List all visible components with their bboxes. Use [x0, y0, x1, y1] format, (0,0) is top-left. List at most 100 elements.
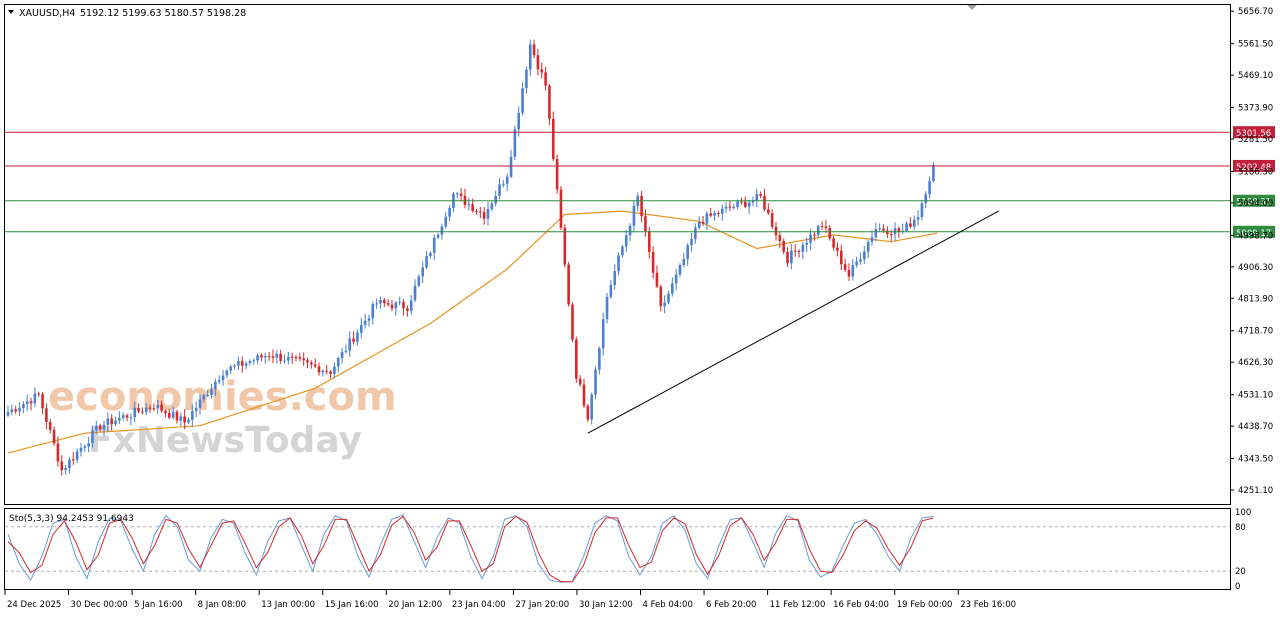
candle-body	[659, 286, 663, 307]
candle-body	[279, 353, 282, 361]
chart-window: economies.com FxNewsToday 5301.56 5202.48 5…	[0, 0, 1280, 616]
candle-body	[551, 118, 555, 159]
candle-body	[770, 213, 774, 227]
watermark-economies: economies.com	[48, 374, 397, 420]
candle-body	[455, 193, 459, 195]
candle	[555, 154, 559, 194]
candle-body	[874, 229, 878, 238]
candle-body	[920, 203, 924, 218]
candle-body	[198, 399, 202, 408]
symbol-label: XAUUSD,H4	[19, 8, 75, 19]
time-tick-label: 15 Jan 16:00	[325, 600, 379, 610]
candle-body	[563, 227, 567, 265]
candle-body	[521, 88, 524, 113]
candle-body	[356, 332, 359, 342]
candle-body	[790, 250, 793, 264]
candle-body	[371, 304, 375, 319]
time-tick-label: 24 Dec 2025	[7, 600, 61, 610]
candle-body	[793, 250, 797, 252]
oscillator-tick-label: 80	[1235, 523, 1246, 533]
candle-body	[240, 361, 244, 366]
oscillator-tick-label: 0	[1235, 582, 1240, 592]
candle-body	[383, 299, 386, 304]
candle-body	[406, 308, 409, 311]
candle-body	[728, 206, 732, 208]
oscillator-axis: 100 80 20 0	[1235, 508, 1251, 592]
oscillator-title: Sto(5,3,3) 94.2453 91.6943	[9, 514, 134, 524]
candle-body	[413, 285, 417, 301]
candle-body	[801, 244, 805, 252]
candle-body	[655, 272, 659, 287]
candle-body	[828, 228, 832, 239]
candle-body	[394, 302, 398, 309]
candle-body	[275, 353, 279, 358]
candle-body	[690, 239, 693, 246]
candle-body	[229, 366, 233, 371]
candle-body	[578, 378, 582, 385]
candle-body	[202, 395, 206, 400]
candle-body	[333, 366, 336, 374]
time-tick-label: 4 Feb 04:00	[643, 600, 693, 610]
time-tick-label: 27 Jan 20:00	[515, 600, 569, 610]
candle-body	[390, 304, 394, 309]
candle-body	[187, 419, 190, 423]
candle-body	[156, 404, 160, 409]
candle-body	[786, 251, 789, 264]
candle-body	[133, 407, 137, 418]
candle-body	[897, 228, 901, 232]
candle-body	[10, 409, 14, 413]
candle	[575, 336, 578, 383]
candle-body	[267, 356, 271, 358]
time-tick-label: 6 Feb 20:00	[706, 600, 756, 610]
candle-body	[448, 207, 451, 217]
candle-body	[836, 247, 839, 251]
candle-body	[866, 241, 870, 252]
candle-body	[375, 303, 378, 305]
time-tick-label: 23 Jan 04:00	[452, 600, 506, 610]
price-tick-label: 4998.70	[1238, 231, 1273, 241]
ohlc-label: 5192.12 5199.63 5180.57 5198.28	[80, 8, 246, 19]
candle	[586, 403, 590, 422]
candle-body	[663, 302, 666, 307]
price-tick-label: 4438.70	[1238, 422, 1273, 432]
time-tick-label: 23 Feb 16:00	[960, 600, 1016, 610]
candle-body	[709, 213, 713, 216]
candle-body	[916, 217, 920, 220]
price-tick-label: 4343.50	[1238, 455, 1273, 465]
candle-body	[736, 201, 739, 207]
oscillator-tick-label: 100	[1235, 508, 1251, 518]
candle-body	[22, 404, 25, 409]
candle-body	[502, 183, 505, 185]
candle-body	[87, 443, 90, 447]
candle-body	[893, 228, 897, 235]
candle-body	[928, 180, 931, 195]
candle-body	[763, 195, 766, 210]
time-tick-label: 30 Jan 12:00	[579, 600, 633, 610]
candle-body	[720, 208, 724, 214]
candle-body	[363, 320, 367, 325]
candle-body	[329, 371, 332, 374]
candle-body	[509, 156, 513, 177]
candle-body	[421, 267, 425, 277]
candle-body	[91, 430, 94, 444]
candle-body	[555, 158, 559, 190]
price-axis[interactable]: 5656.70 5561.50 5469.10 5373.90 5281.50 5186.…	[1230, 7, 1273, 496]
candle-body	[225, 370, 229, 376]
chart-canvas[interactable]: economies.comFxNewsToday 5301.565202.485…	[0, 0, 1280, 616]
candle-body	[144, 407, 148, 413]
candle-body	[110, 418, 113, 425]
price-tick-label: 5281.50	[1238, 135, 1273, 145]
candle-body	[45, 408, 48, 423]
candle-body	[601, 319, 605, 349]
candle-body	[809, 234, 812, 243]
candle-body	[694, 227, 697, 240]
time-tick-label: 16 Feb 04:00	[833, 600, 889, 610]
candle-body	[179, 416, 183, 421]
candle-body	[594, 369, 597, 395]
candle-body	[152, 408, 156, 410]
candle-body	[797, 251, 801, 253]
candle-body	[114, 420, 117, 425]
watermark-fxnewstoday: FxNewsToday	[88, 420, 362, 461]
candle-body	[95, 425, 98, 431]
candle-body	[141, 411, 144, 413]
